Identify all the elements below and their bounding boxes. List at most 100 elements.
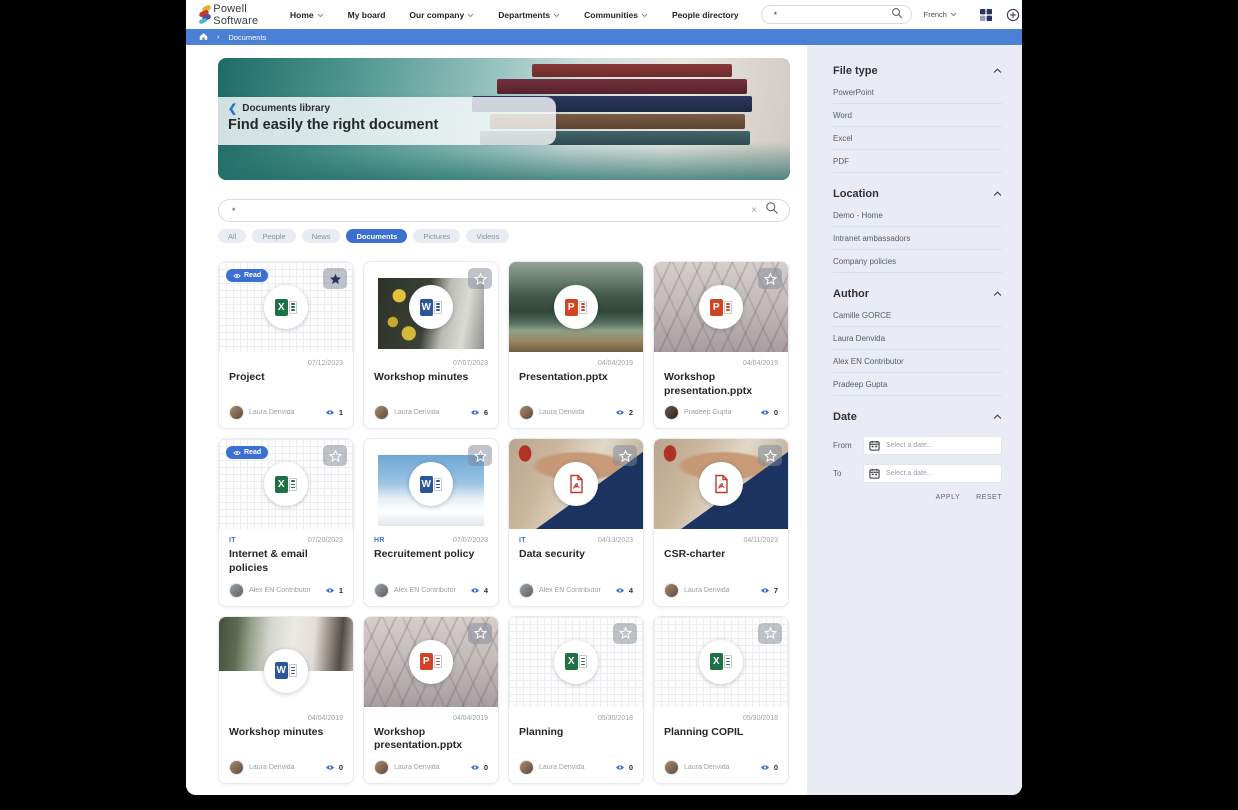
filter-section-header[interactable]: Date	[833, 411, 1002, 427]
document-title[interactable]: Planning COPIL	[664, 726, 778, 740]
chevron-up-icon	[993, 191, 1002, 197]
filter-section-location: LocationDemo - HomeIntranet ambassadorsC…	[833, 188, 1002, 273]
document-title[interactable]: Workshop presentation.pptx	[374, 726, 488, 753]
home-icon[interactable]	[199, 28, 208, 46]
waffle-menu-icon[interactable]	[979, 8, 993, 22]
filter-section-header[interactable]: Location	[833, 188, 1002, 204]
filter-option-company-policies[interactable]: Company policies	[833, 250, 1002, 273]
top-search-box[interactable]	[761, 5, 912, 24]
document-title[interactable]: CSR-charter	[664, 548, 778, 562]
nav-item-communities[interactable]: Communities	[584, 10, 648, 20]
tab-all[interactable]: All	[218, 229, 246, 243]
back-to-library-link[interactable]: ❮ Documents library	[228, 103, 546, 114]
search-icon[interactable]	[891, 6, 903, 24]
tab-pictures[interactable]: Pictures	[413, 229, 460, 243]
filter-option-laura-denvida[interactable]: Laura Denvida	[833, 327, 1002, 350]
favorite-star-button[interactable]	[323, 268, 347, 289]
document-card-workshop-minutes[interactable]: W 04/04/2019 Workshop minutes Laura Denv…	[218, 616, 354, 784]
filter-option-intranet-ambassadors[interactable]: Intranet ambassadors	[833, 227, 1002, 250]
file-type-icon: W	[409, 285, 453, 329]
date-from-input[interactable]: Select a date...	[863, 436, 1002, 455]
document-search-box[interactable]: ×	[218, 199, 790, 222]
document-card-planning-copil[interactable]: X 05/30/2018 Planning COPIL Laura Denvid…	[653, 616, 789, 784]
favorite-star-button[interactable]	[758, 445, 782, 466]
favorite-star-button[interactable]	[468, 268, 492, 289]
nav-item-departments[interactable]: Departments	[498, 10, 560, 20]
filter-option-excel[interactable]: Excel	[833, 127, 1002, 150]
top-search-input[interactable]	[774, 10, 891, 20]
view-count: 0	[774, 763, 778, 772]
filter-option-pradeep-gupta[interactable]: Pradeep Gupta	[833, 373, 1002, 396]
tab-documents[interactable]: Documents	[346, 229, 407, 243]
file-type-icon: P	[554, 285, 598, 329]
document-title[interactable]: Workshop presentation.pptx	[664, 371, 778, 398]
filter-option-powerpoint[interactable]: PowerPoint	[833, 81, 1002, 104]
document-card-planning[interactable]: X 05/30/2018 Planning Laura Denvida 0	[508, 616, 644, 784]
file-type-icon: P	[409, 640, 453, 684]
favorite-star-button[interactable]	[468, 623, 492, 644]
filter-option-camille-gorce[interactable]: Camille GORCE	[833, 304, 1002, 327]
clear-search-icon[interactable]: ×	[751, 206, 757, 216]
apply-button[interactable]: APPLY	[936, 494, 961, 501]
language-selector[interactable]: French	[924, 10, 957, 19]
document-card-workshop-presentation-pptx[interactable]: P 04/04/2019 Workshop presentation.pptx …	[363, 616, 499, 784]
brand-logo[interactable]: Powell Software	[198, 3, 264, 27]
document-date: 04/04/2019	[308, 715, 343, 722]
document-title[interactable]: Recruitement policy	[374, 548, 488, 562]
favorite-star-button[interactable]	[468, 445, 492, 466]
star-outline-icon	[764, 273, 777, 285]
document-title[interactable]: Workshop minutes	[229, 726, 343, 740]
document-title[interactable]: Workshop minutes	[374, 371, 488, 385]
nav-item-my-board[interactable]: My board	[348, 10, 386, 20]
nav-item-home[interactable]: Home	[290, 10, 324, 20]
document-card-workshop-presentation-pptx[interactable]: P 04/04/2019 Workshop presentation.pptx …	[653, 261, 789, 429]
nav-item-people-directory[interactable]: People directory	[672, 10, 739, 20]
star-outline-icon	[329, 450, 342, 462]
favorite-star-button[interactable]	[758, 268, 782, 289]
view-count: 7	[774, 586, 778, 595]
document-card-presentation-pptx[interactable]: P 04/04/2019 Presentation.pptx Laura Den…	[508, 261, 644, 429]
favorite-star-button[interactable]	[323, 445, 347, 466]
nav-item-our-company[interactable]: Our company	[409, 10, 474, 20]
filter-section-title: File type	[833, 65, 878, 77]
document-search-input[interactable]	[232, 206, 743, 216]
filter-option-pdf[interactable]: PDF	[833, 150, 1002, 173]
author-avatar	[519, 760, 534, 775]
document-title[interactable]: Internet & email policies	[229, 548, 343, 575]
document-card-data-security[interactable]: IT 04/13/2023 Data security Alex EN Cont…	[508, 438, 644, 606]
chevron-down-icon	[641, 13, 648, 18]
filter-option-alex-en-contributor[interactable]: Alex EN Contributor	[833, 350, 1002, 373]
filter-option-word[interactable]: Word	[833, 104, 1002, 127]
document-card-project[interactable]: Read X 07/12/2023 Project Laura Denvida …	[218, 261, 354, 429]
document-title[interactable]: Data security	[519, 548, 633, 562]
author-avatar	[519, 405, 534, 420]
reset-button[interactable]: RESET	[976, 494, 1002, 501]
author-avatar	[229, 583, 244, 598]
document-title[interactable]: Planning	[519, 726, 633, 740]
view-count: 6	[484, 408, 488, 417]
document-title[interactable]: Presentation.pptx	[519, 371, 633, 385]
document-card-internet-email-policies[interactable]: Read X IT 07/20/2023 Internet & email po…	[218, 438, 354, 606]
filter-section-header[interactable]: Author	[833, 288, 1002, 304]
search-icon[interactable]	[765, 201, 779, 220]
author-name: Laura Denvida	[394, 409, 440, 416]
document-card-recruitement-policy[interactable]: W HR 07/07/2023 Recruitement policy Alex…	[363, 438, 499, 606]
breadcrumb-current[interactable]: Documents	[228, 33, 266, 42]
document-card-csr-charter[interactable]: 04/11/2023 CSR-charter Laura Denvida 7	[653, 438, 789, 606]
document-thumbnail: P	[364, 617, 498, 707]
document-title[interactable]: Project	[229, 371, 343, 385]
tab-videos[interactable]: Videos	[466, 229, 509, 243]
tab-people[interactable]: People	[252, 229, 295, 243]
filter-section-header[interactable]: File type	[833, 65, 1002, 81]
date-to-input[interactable]: Select a date...	[863, 464, 1002, 483]
author-name: Alex EN Contributor	[249, 587, 311, 594]
tab-news[interactable]: News	[302, 229, 341, 243]
filter-option-demo-home[interactable]: Demo - Home	[833, 204, 1002, 227]
document-card-workshop-minutes[interactable]: W 07/07/2023 Workshop minutes Laura Denv…	[363, 261, 499, 429]
favorite-star-button[interactable]	[758, 623, 782, 644]
favorite-star-button[interactable]	[613, 445, 637, 466]
favorite-star-button[interactable]	[613, 623, 637, 644]
view-count: 4	[629, 586, 633, 595]
add-icon[interactable]	[1006, 8, 1020, 22]
language-label: French	[924, 10, 947, 19]
